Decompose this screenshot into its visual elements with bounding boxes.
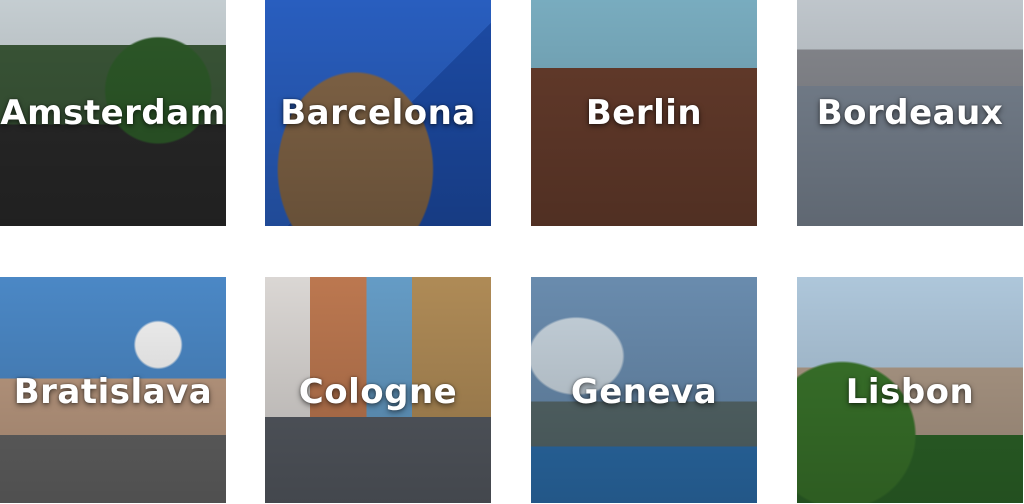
city-tile-barcelona[interactable]: Barcelona <box>265 0 491 226</box>
city-name-geneva: Geneva <box>570 372 718 412</box>
city-name-berlin: Berlin <box>585 93 703 133</box>
city-tile-lisbon[interactable]: Lisbon <box>797 277 1023 503</box>
city-grid: Amsterdam Barcelona Berlin Bordeaux Brat… <box>0 0 1024 504</box>
city-tile-bordeaux[interactable]: Bordeaux <box>797 0 1023 226</box>
city-name-barcelona: Barcelona <box>280 93 476 133</box>
city-tile-geneva[interactable]: Geneva <box>531 277 757 503</box>
city-name-bordeaux: Bordeaux <box>816 93 1004 133</box>
city-name-bratislava: Bratislava <box>13 372 213 412</box>
city-name-amsterdam: Amsterdam <box>0 93 226 133</box>
city-tile-berlin[interactable]: Berlin <box>531 0 757 226</box>
city-tile-cologne[interactable]: Cologne <box>265 277 491 503</box>
city-tile-amsterdam[interactable]: Amsterdam <box>0 0 226 226</box>
city-name-cologne: Cologne <box>298 372 458 412</box>
city-tile-bratislava[interactable]: Bratislava <box>0 277 226 503</box>
city-name-lisbon: Lisbon <box>845 372 975 412</box>
